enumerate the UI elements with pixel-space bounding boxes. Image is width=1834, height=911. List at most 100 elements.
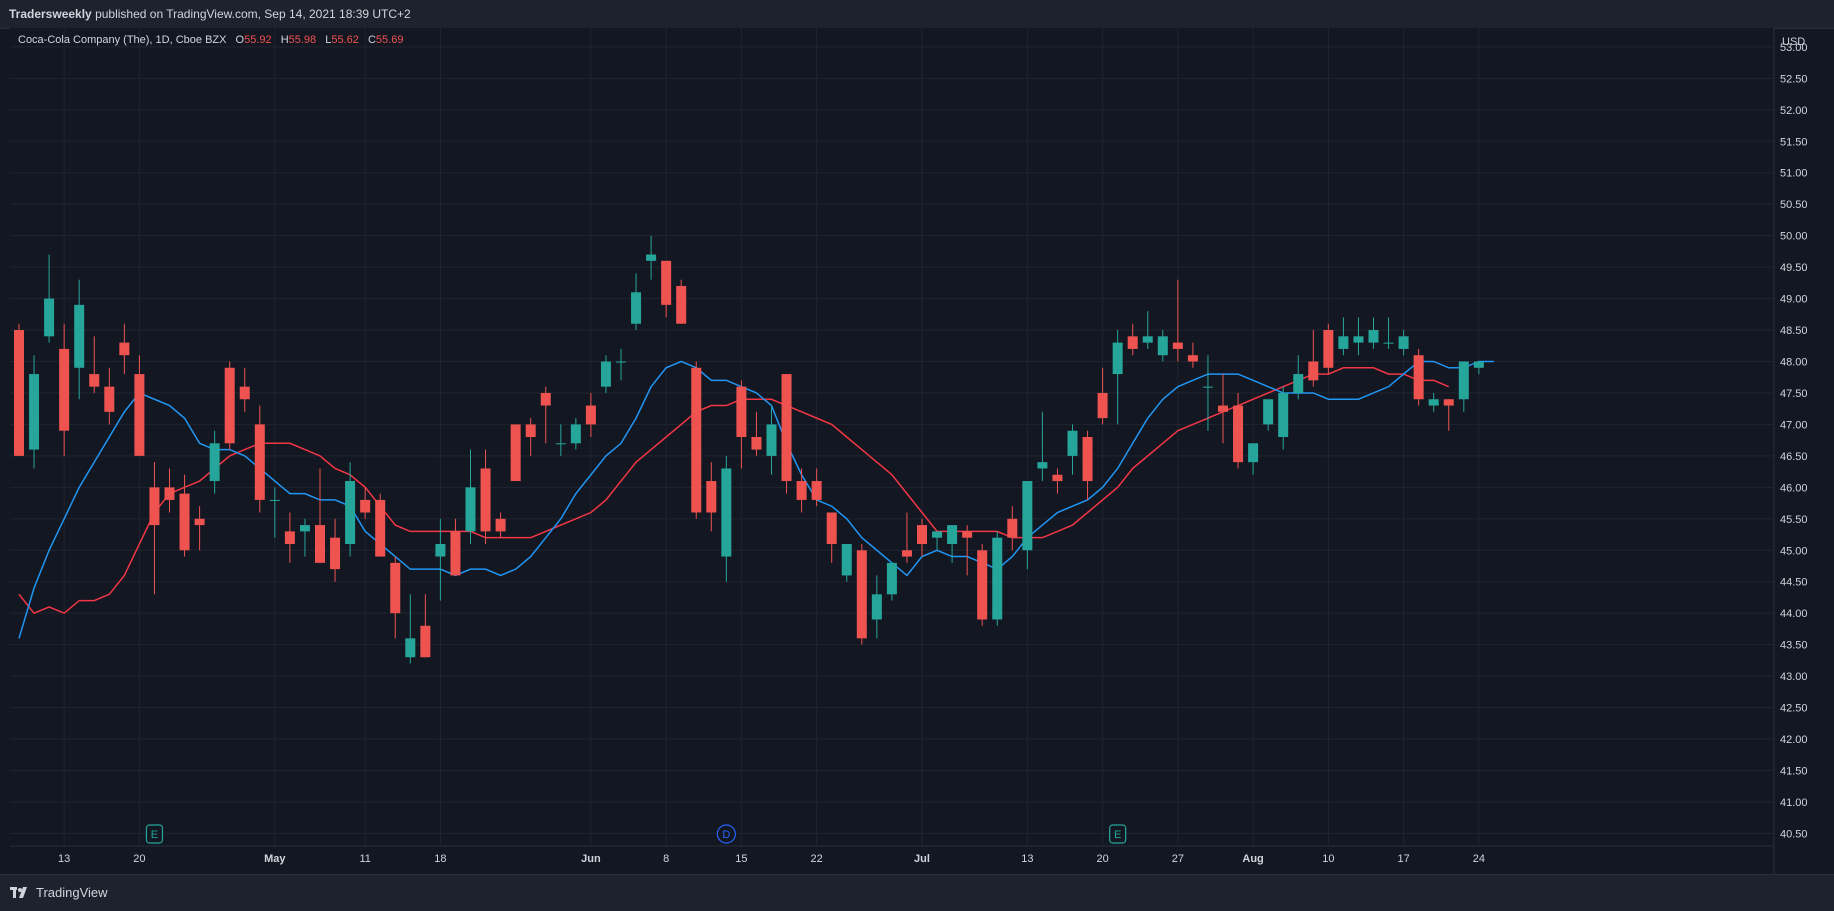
candle-body [269, 499, 280, 501]
candle-body [1112, 342, 1123, 375]
candle-body [254, 424, 265, 500]
candle-body [1067, 430, 1078, 456]
candle-body [826, 512, 837, 544]
tradingview-logo-icon [10, 886, 27, 898]
publisher-name[interactable]: Tradersweekly [9, 7, 92, 21]
candle-body [510, 424, 521, 482]
dividend-marker-label: D [722, 829, 730, 841]
x-tick-label: 18 [434, 853, 446, 865]
candle-body [1338, 336, 1349, 349]
candle-body [1278, 392, 1289, 437]
candle-body [1187, 355, 1198, 362]
candle-body [736, 386, 747, 437]
candle-body [570, 424, 581, 444]
candle-body [420, 625, 431, 658]
candle-body [1037, 462, 1048, 469]
candle-body [646, 254, 657, 261]
currency-label: USD [1782, 36, 1805, 48]
candle-body [1248, 443, 1259, 463]
x-tick-label: 20 [1096, 853, 1108, 865]
y-tick-label: 50.50 [1780, 199, 1808, 211]
y-tick-label: 49.00 [1780, 294, 1808, 306]
x-tick-label: 27 [1172, 853, 1184, 865]
x-tick-label: 24 [1473, 853, 1485, 865]
candle-body [1443, 399, 1454, 406]
candle-body [345, 481, 356, 544]
footer-bar: TradingView [0, 874, 1834, 911]
open-label: O [235, 34, 245, 46]
y-tick-label: 45.00 [1780, 545, 1808, 557]
y-tick-label: 40.50 [1780, 828, 1808, 840]
y-tick-label: 42.50 [1780, 703, 1808, 715]
candle-body [917, 525, 927, 544]
earnings-marker-label: E [151, 829, 158, 841]
y-tick-label: 46.50 [1780, 451, 1808, 463]
x-tick-label: Jun [581, 853, 601, 865]
x-tick-label: 11 [359, 853, 370, 865]
x-tick-label: 13 [1021, 853, 1033, 865]
candle-body [1202, 386, 1213, 388]
candle-body [119, 342, 130, 356]
candle-body [330, 537, 341, 570]
candle-body [1293, 374, 1304, 393]
candle-body [676, 285, 687, 324]
candle-body [661, 260, 672, 305]
x-tick-label: Aug [1242, 853, 1263, 865]
candle-body [977, 550, 988, 620]
candle-body [179, 493, 190, 551]
chart-area[interactable]: 53.00 52.50 52.00 51.50 51.00 50.50 50.00 49.50… [10, 28, 1834, 874]
candle-body [375, 499, 386, 557]
candle-body [1097, 392, 1108, 419]
tradingview-logo[interactable]: TradingView [10, 885, 108, 900]
candlestick-chart[interactable]: 53.0052.5052.0051.5051.0050.5050.0049.50… [10, 28, 1834, 874]
candle-body [1428, 399, 1439, 406]
symbol-title[interactable]: Coca-Cola Company (The), 1D, Cboe BZX [18, 34, 226, 46]
candle-body [450, 531, 461, 576]
candle-body [59, 348, 70, 431]
x-tick-label: 15 [735, 853, 747, 865]
earnings-event-marker[interactable]: E [1109, 824, 1127, 844]
publication-info: Tradersweekly published on TradingView.c… [9, 7, 411, 21]
candle-body [781, 374, 792, 482]
candle-body [44, 298, 55, 337]
candle-body [1082, 437, 1093, 482]
candle-body [315, 525, 325, 563]
candle-body [1142, 336, 1153, 343]
candle-body [1353, 336, 1364, 343]
x-tick-label: May [264, 853, 286, 865]
candle-body [435, 543, 446, 557]
candle-body [480, 468, 491, 532]
y-tick-label: 44.00 [1780, 608, 1808, 620]
published-info: published on TradingView.com, Sep 14, 20… [95, 7, 411, 21]
high-label: H [280, 34, 289, 46]
y-tick-label: 44.50 [1780, 577, 1808, 589]
candle-body [1473, 361, 1484, 368]
candle-body [194, 518, 205, 526]
earnings-event-marker[interactable]: E [145, 824, 164, 844]
candle-body [89, 374, 100, 387]
symbol-legend: Coca-Cola Company (The), 1D, Cboe BZX O 5… [18, 34, 403, 46]
candle-body [901, 550, 912, 557]
candle-body [856, 550, 867, 639]
candle-body [1007, 518, 1018, 538]
candle-body [209, 443, 220, 482]
candle-body [1323, 330, 1334, 368]
candle-body [871, 594, 882, 620]
candle-body [1383, 342, 1394, 344]
candle-body [1308, 361, 1319, 381]
y-tick-label: 45.50 [1780, 514, 1808, 526]
x-tick-label: 22 [811, 853, 823, 865]
y-tick-label: 41.50 [1780, 765, 1808, 777]
brand-name: TradingView [36, 885, 108, 900]
y-tick-label: 52.00 [1780, 105, 1808, 117]
candle-body [1233, 405, 1244, 463]
low-value: 55.62 [331, 34, 359, 46]
candle-body [1398, 336, 1409, 349]
dividend-event-marker[interactable]: D [716, 824, 736, 844]
candle-body [796, 481, 807, 500]
y-tick-label: 48.00 [1780, 356, 1808, 368]
y-tick-label: 42.00 [1780, 734, 1808, 746]
candle-body [540, 392, 551, 406]
y-tick-label: 49.50 [1780, 262, 1808, 274]
y-tick-label: 43.00 [1780, 671, 1808, 683]
